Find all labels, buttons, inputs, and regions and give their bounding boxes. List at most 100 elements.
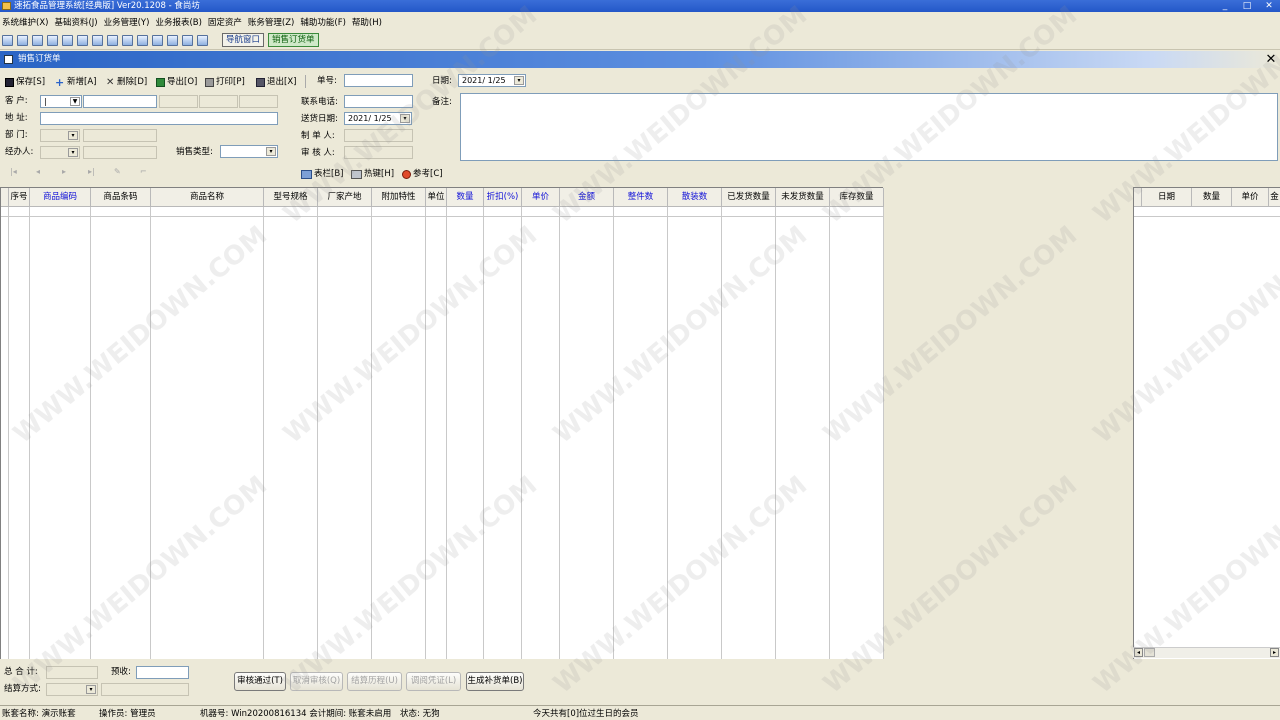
cancel-record-icon[interactable]: ⌐ xyxy=(140,167,166,176)
status-account: 账套名称: 演示账套 xyxy=(2,709,76,719)
column-header[interactable]: 商品编码 xyxy=(30,188,91,207)
phone-input[interactable] xyxy=(344,95,413,108)
print-button[interactable]: 打印[P] xyxy=(205,75,245,89)
menu-aux[interactable]: 辅助功能(F) xyxy=(300,16,346,28)
reference-button[interactable]: 参考[C] xyxy=(402,167,443,181)
history-horizontal-scrollbar[interactable]: ◂ ▸ xyxy=(1133,647,1280,658)
delivery-date-picker[interactable]: 2021/ 1/25 ▾ xyxy=(344,112,412,125)
export-button[interactable]: 导出[O] xyxy=(156,75,197,89)
hotkeys-button[interactable]: 热键[H] xyxy=(351,167,394,181)
view-voucher-button[interactable]: 调阅凭证(L) xyxy=(406,672,461,691)
scroll-right-icon[interactable]: ▸ xyxy=(1270,648,1279,657)
sales-type-dropdown-icon[interactable]: ▾ xyxy=(266,147,276,156)
toolbar-exit-icon[interactable] xyxy=(197,34,208,46)
address-input[interactable] xyxy=(40,112,278,125)
form-close-icon[interactable]: ✕ xyxy=(1265,53,1277,66)
column-header[interactable]: 未发货数量 xyxy=(776,188,830,207)
generate-replenish-button[interactable]: 生成补货单(B) xyxy=(466,672,524,691)
exit-button[interactable]: 退出[X] xyxy=(256,75,296,89)
column-header[interactable]: 折扣(%) xyxy=(484,188,522,207)
columns-button[interactable]: 表栏[B] xyxy=(301,167,343,181)
column-header[interactable]: 金额 xyxy=(560,188,614,207)
close-button[interactable]: ✕ xyxy=(1258,0,1280,12)
save-button[interactable]: 保存[S] xyxy=(5,75,45,89)
column-header[interactable]: 厂家产地 xyxy=(318,188,372,207)
history-column-header[interactable]: 单价 xyxy=(1232,188,1269,207)
customer-name-field[interactable] xyxy=(83,95,157,108)
edit-record-icon[interactable]: ✎ xyxy=(114,167,140,176)
scroll-left-icon[interactable]: ◂ xyxy=(1134,648,1143,657)
nav-window-button[interactable]: 导航窗口 xyxy=(222,33,265,47)
history-column-header[interactable]: 金 xyxy=(1269,188,1280,207)
handler-dropdown-icon[interactable]: ▾ xyxy=(68,148,78,157)
menu-system[interactable]: 系统维护(X) xyxy=(2,16,48,28)
column-header[interactable]: 商品条码 xyxy=(91,188,151,207)
add-button[interactable]: + 新增[A] xyxy=(55,75,96,89)
toolbar-help-icon[interactable] xyxy=(182,34,193,46)
toolbar-print-icon[interactable] xyxy=(167,34,178,46)
toolbar-folder-icon[interactable] xyxy=(122,34,133,46)
scroll-thumb[interactable] xyxy=(1144,648,1155,657)
toolbar-list-icon[interactable] xyxy=(17,34,28,46)
cancel-approval-button[interactable]: 取消审核(Q) xyxy=(290,672,343,691)
settlement-combo[interactable]: ▾ xyxy=(46,683,98,696)
order-no-input[interactable] xyxy=(344,74,413,87)
department-combo[interactable]: ▾ xyxy=(40,129,80,142)
column-header[interactable]: 单位 xyxy=(426,188,447,207)
menu-accounts[interactable]: 账务管理(Z) xyxy=(248,16,294,28)
toolbar-window-icon[interactable] xyxy=(2,34,13,46)
table-row[interactable] xyxy=(1134,207,1280,217)
status-bar: 账套名称: 演示账套 操作员: 管理员 机器号: Win20200816134 … xyxy=(0,705,1280,720)
toolbar-save-icon[interactable] xyxy=(152,34,163,46)
delete-button[interactable]: ✕ 删除[D] xyxy=(106,75,147,89)
prev-record-icon[interactable]: ◂ xyxy=(36,167,62,176)
last-record-icon[interactable]: ▸| xyxy=(88,167,114,176)
total-label: 总 合 计: xyxy=(4,667,38,677)
address-label: 地 址: xyxy=(5,113,28,123)
column-header[interactable]: 已发货数量 xyxy=(722,188,776,207)
customer-combo[interactable]: | ▼ xyxy=(40,95,82,108)
column-header[interactable]: 数量 xyxy=(447,188,484,207)
menu-fixed-assets[interactable]: 固定资产 xyxy=(208,16,242,28)
approve-button[interactable]: 审核通过(T) xyxy=(234,672,286,691)
column-header[interactable]: 型号规格 xyxy=(264,188,318,207)
customer-dropdown-icon[interactable]: ▼ xyxy=(70,97,80,106)
toolbar-refresh-icon[interactable] xyxy=(77,34,88,46)
toolbar-card-icon[interactable] xyxy=(137,34,148,46)
calendar-dropdown-icon[interactable]: ▾ xyxy=(514,76,524,85)
settlement-dropdown-icon[interactable]: ▾ xyxy=(86,685,96,694)
menu-reports[interactable]: 业务报表(B) xyxy=(155,16,201,28)
menu-basic-data[interactable]: 基础资料(J) xyxy=(54,16,97,28)
price-history-grid[interactable]: 日期 数量 单价金 xyxy=(1133,187,1280,659)
toolbar-users-icon[interactable] xyxy=(92,34,103,46)
column-header[interactable]: 库存数量 xyxy=(830,188,884,207)
settlement-history-button[interactable]: 结算历程(U) xyxy=(347,672,402,691)
handler-combo[interactable]: ▾ xyxy=(40,146,80,159)
maximize-button[interactable]: □ xyxy=(1236,0,1258,12)
toolbar-copy-icon[interactable] xyxy=(32,34,43,46)
column-header[interactable]: 散装数 xyxy=(668,188,722,207)
column-header[interactable]: 商品名称 xyxy=(151,188,264,207)
toolbar-book-icon[interactable] xyxy=(62,34,73,46)
menu-business[interactable]: 业务管理(Y) xyxy=(104,16,150,28)
history-column-header[interactable]: 日期 xyxy=(1142,188,1192,207)
order-items-grid[interactable]: 序号 商品编码 商品条码 商品名称 型号规格 厂家产地 附加特性 单位 数量 折扣(%) 单价 金额整… xyxy=(0,187,884,659)
column-header[interactable]: 整件数 xyxy=(614,188,668,207)
sales-type-combo[interactable]: ▾ xyxy=(220,145,278,158)
history-column-header[interactable]: 数量 xyxy=(1192,188,1232,207)
first-record-icon[interactable]: |◂ xyxy=(10,167,36,176)
date-picker[interactable]: 2021/ 1/25 ▾ xyxy=(458,74,526,87)
delivery-calendar-icon[interactable]: ▾ xyxy=(400,114,410,123)
toolbar-monitor-icon[interactable] xyxy=(47,34,58,46)
prepay-input[interactable] xyxy=(136,666,189,679)
department-dropdown-icon[interactable]: ▾ xyxy=(68,131,78,140)
toolbar-chart-icon[interactable] xyxy=(107,34,118,46)
minimize-button[interactable]: _ xyxy=(1214,0,1236,12)
menu-help[interactable]: 帮助(H) xyxy=(352,16,382,28)
column-header[interactable]: 单价 xyxy=(522,188,560,207)
column-header[interactable]: 附加特性 xyxy=(372,188,426,207)
remark-textarea[interactable] xyxy=(460,93,1278,161)
sales-order-tab[interactable]: 销售订货单 xyxy=(268,33,319,47)
column-header[interactable]: 序号 xyxy=(9,188,30,207)
next-record-icon[interactable]: ▸ xyxy=(62,167,88,176)
